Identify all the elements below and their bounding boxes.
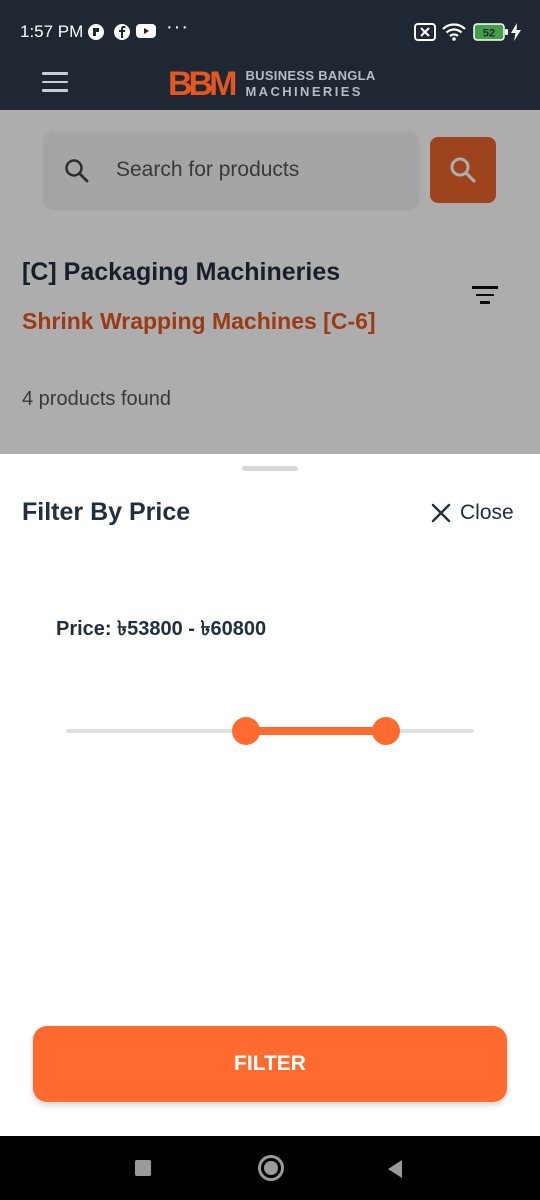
status-bar: 1:57 PM ··· 52 (0, 0, 540, 60)
system-nav-bar (0, 1136, 540, 1200)
price-range-label: Price: ৳53800 - ৳60800 (56, 618, 267, 640)
logo-text: BUSINESS BANGLA MACHINERIES (245, 68, 375, 100)
menu-icon[interactable] (42, 72, 68, 94)
battery-icon: 52 (473, 23, 508, 41)
close-icon (431, 503, 451, 523)
modal-scrim[interactable] (0, 110, 540, 454)
filter-bottom-sheet: Filter By Price Close Price: ৳53800 - ৳6… (0, 454, 540, 1136)
slider-min-thumb[interactable] (231, 717, 260, 745)
home-button[interactable] (258, 1155, 284, 1181)
slider-max-thumb[interactable] (371, 717, 400, 745)
more-notifications-icon: ··· (166, 16, 189, 38)
charging-icon (511, 23, 521, 41)
sheet-title: Filter By Price (22, 498, 191, 526)
price-range-slider[interactable] (66, 714, 474, 748)
facebook-icon (114, 24, 130, 40)
logo-mark: BBM (168, 65, 237, 103)
app-header: BBM BUSINESS BANGLA MACHINERIES (0, 60, 540, 110)
recent-apps-button[interactable] (135, 1160, 151, 1176)
close-button[interactable]: Close (430, 498, 514, 528)
drag-handle[interactable] (242, 466, 298, 471)
slider-selected-range (245, 727, 386, 735)
filter-button[interactable]: FILTER (33, 1026, 507, 1102)
logo-line-2: MACHINERIES (245, 84, 363, 99)
youtube-icon (136, 24, 156, 38)
wifi-icon (442, 23, 466, 41)
close-label: Close (460, 501, 514, 524)
logo-line-1: BUSINESS BANGLA (245, 68, 376, 83)
brand-logo[interactable]: BBM BUSINESS BANGLA MACHINERIES (168, 64, 376, 104)
back-button[interactable] (386, 1159, 404, 1179)
battery-level: 52 (483, 28, 495, 40)
no-sim-icon (414, 23, 436, 41)
notification-app-icon (88, 24, 104, 40)
status-time: 1:57 PM (20, 22, 84, 41)
